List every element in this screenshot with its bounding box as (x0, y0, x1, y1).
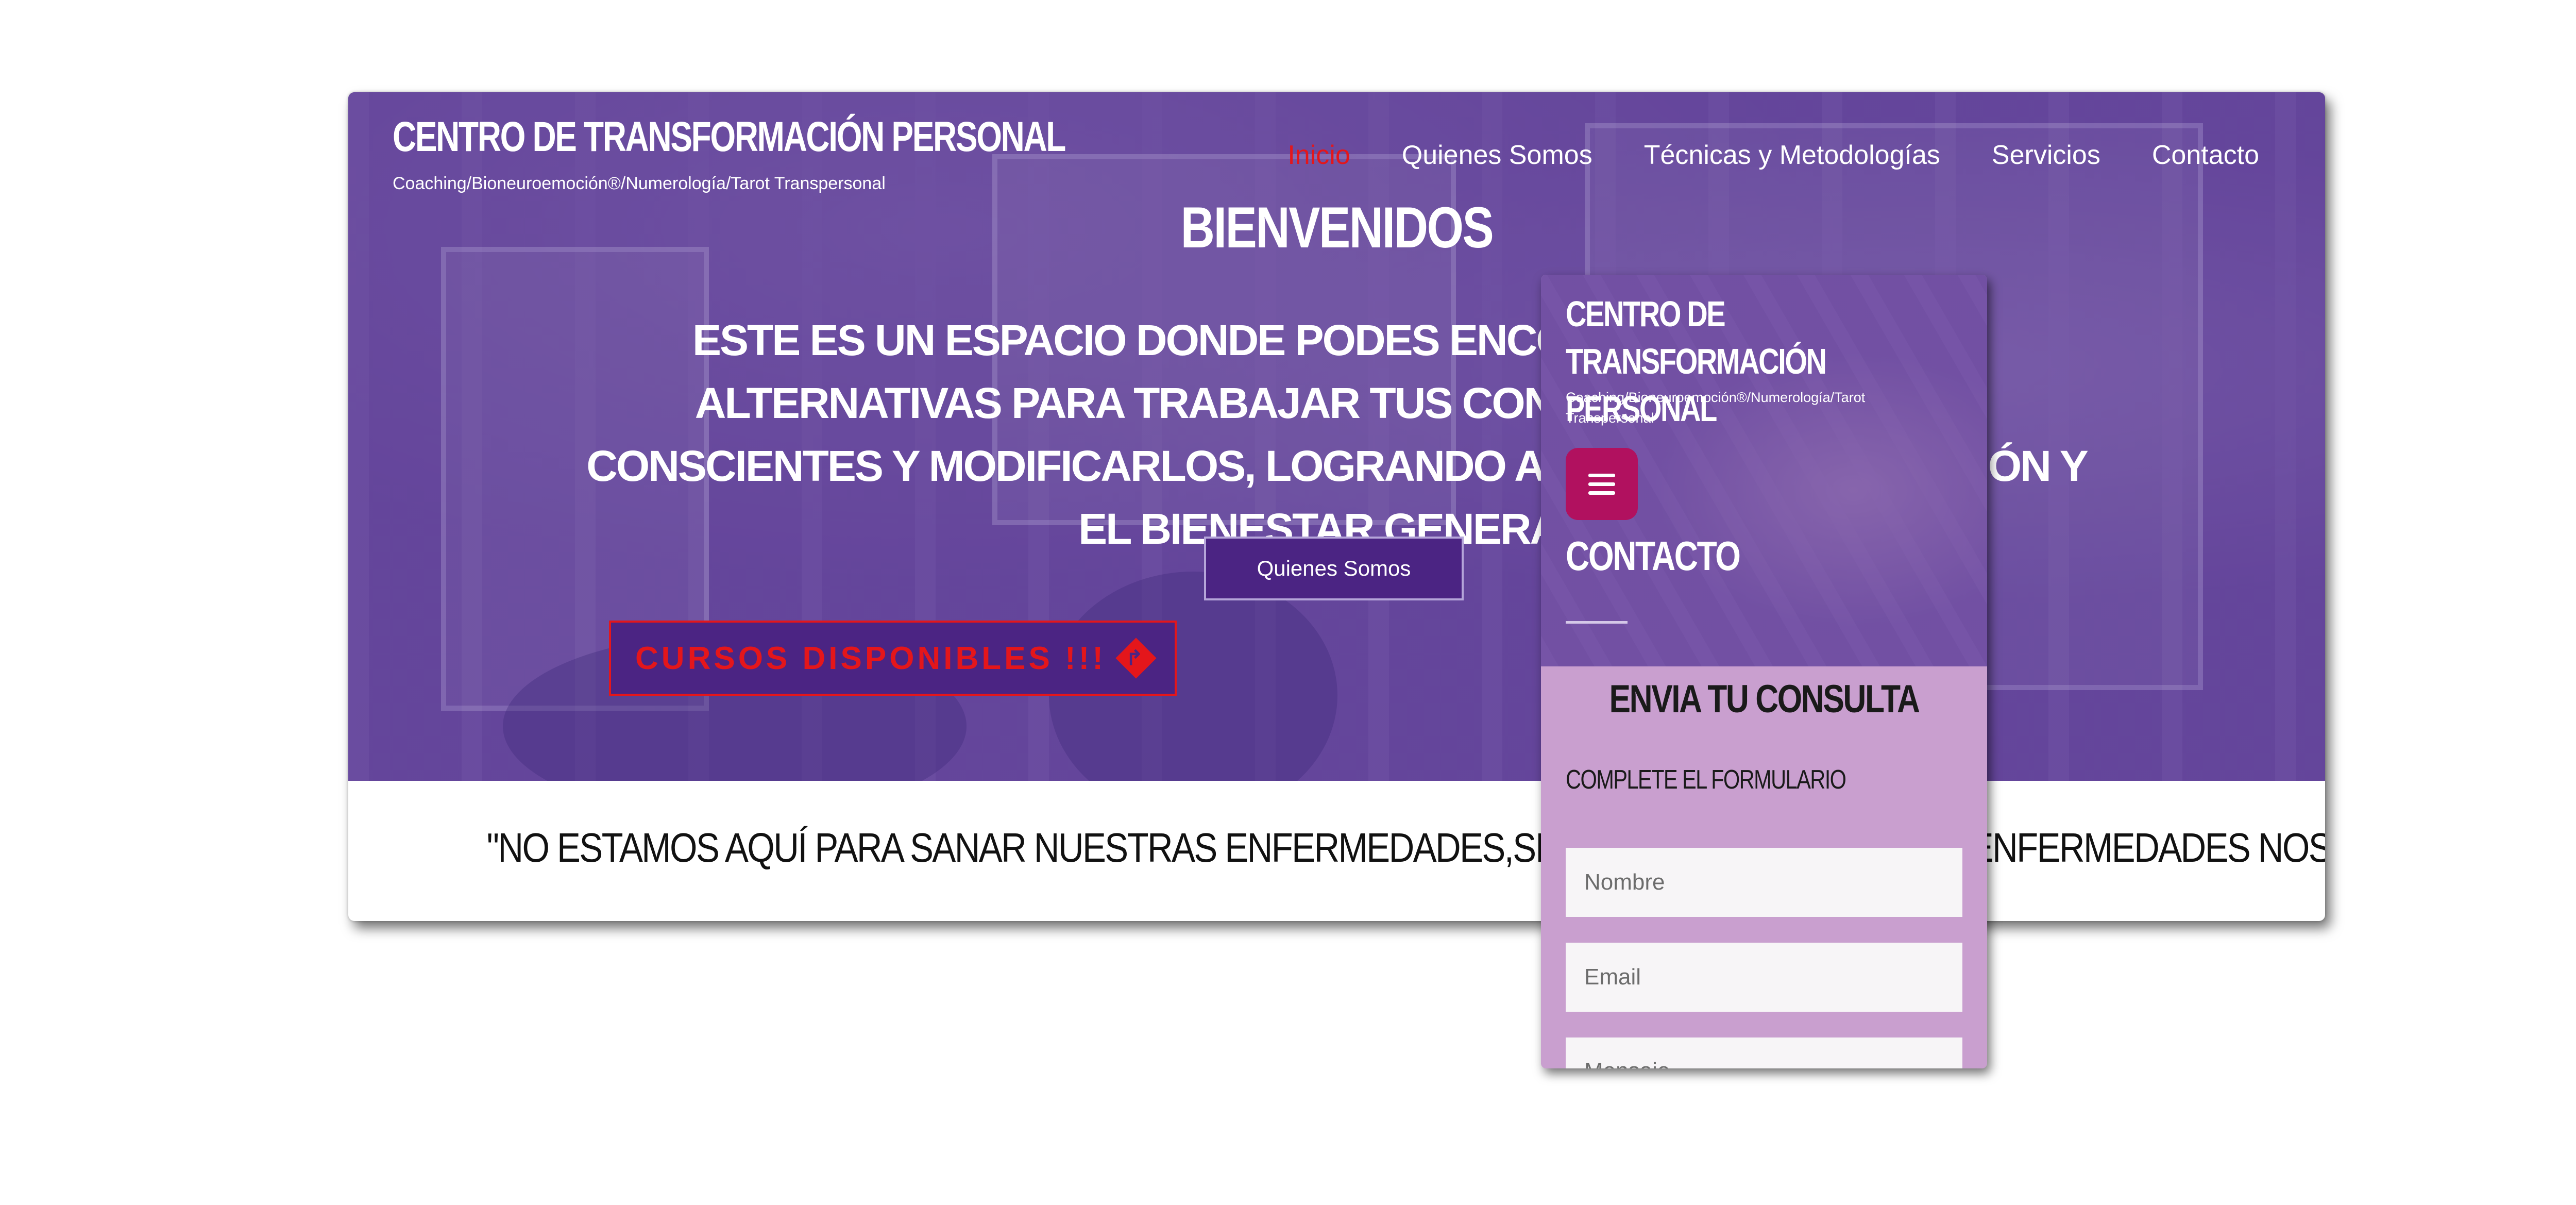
message-field[interactable] (1566, 1037, 1962, 1068)
site-title[interactable]: CENTRO DE TRANSFORMACIÓN PERSONAL (393, 113, 1066, 161)
mobile-site-tagline: Coaching/Bioneuroemoción®/Numerología/Ta… (1566, 390, 1866, 426)
nav-item-quienes-somos[interactable]: Quienes Somos (1402, 140, 1592, 171)
site-tagline: Coaching/Bioneuroemoción®/Numerología/Ta… (393, 174, 886, 193)
title-divider (1566, 621, 1628, 624)
main-nav: Inicio Quienes Somos Técnicas y Metodolo… (1287, 140, 2259, 171)
directions-diamond-icon: ↱ (1115, 638, 1157, 679)
courses-button-label: CURSOS DISPONIBLES !!! (635, 640, 1106, 676)
nav-item-servicios[interactable]: Servicios (1992, 140, 2100, 171)
nav-item-tecnicas[interactable]: Técnicas y Metodologías (1644, 140, 1940, 171)
mobile-page-title: CONTACTO (1566, 533, 1741, 579)
email-field[interactable] (1566, 943, 1962, 1012)
nav-item-inicio[interactable]: Inicio (1287, 140, 1350, 171)
form-subtitle: COMPLETE EL FORMULARIO (1566, 765, 1846, 795)
courses-button[interactable]: CURSOS DISPONIBLES !!! ↱ (609, 621, 1177, 696)
hero-section: CENTRO DE TRANSFORMACIÓN PERSONAL Coachi… (348, 92, 2325, 781)
quienes-somos-button[interactable]: Quienes Somos (1204, 537, 1464, 600)
form-title: ENVIA TU CONSULTA (1609, 677, 1920, 721)
mobile-preview: CENTRO DE TRANSFORMACIÓN PERSONAL Coachi… (1541, 275, 1987, 1068)
hamburger-menu-icon[interactable] (1566, 448, 1638, 520)
nav-item-contacto[interactable]: Contacto (2152, 140, 2259, 171)
name-field[interactable] (1566, 848, 1962, 917)
mobile-header: CENTRO DE TRANSFORMACIÓN PERSONAL Coachi… (1541, 275, 1987, 666)
desktop-preview: CENTRO DE TRANSFORMACIÓN PERSONAL Coachi… (348, 92, 2325, 921)
hero-heading: BIENVENIDOS (1180, 195, 1494, 260)
